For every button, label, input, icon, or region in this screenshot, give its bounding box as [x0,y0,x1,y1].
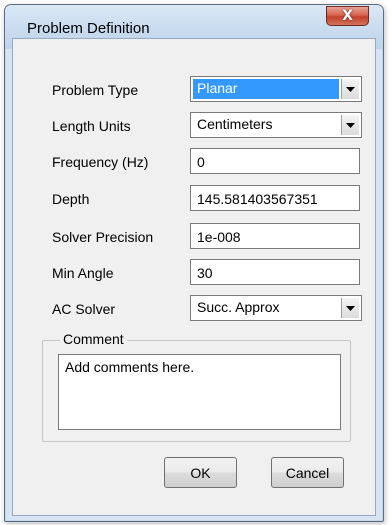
ac-solver-select[interactable]: Succ. Approx [190,295,362,321]
chevron-down-icon [346,122,355,128]
problem-type-value: Planar [193,79,339,99]
ac-solver-value: Succ. Approx [197,299,280,315]
depth-input[interactable]: 145.581403567351 [190,185,360,211]
close-button[interactable]: X [326,6,369,26]
chevron-down-icon [346,305,355,311]
chevron-down-icon [346,86,355,92]
ok-button[interactable]: OK [164,457,237,488]
comment-group-label: Comment [60,331,127,347]
problem-type-dropdown-button[interactable] [341,79,359,99]
ac-solver-label: AC Solver [52,301,116,317]
min-angle-input[interactable]: 30 [190,259,360,285]
solver-precision-input[interactable]: 1e-008 [190,223,360,249]
length-units-label: Length Units [52,118,131,134]
close-icon: X [342,8,353,24]
dialog-body: Problem Type Planar Length Units Centime… [12,38,376,516]
window-title: Problem Definition [27,20,150,37]
solver-precision-label: Solver Precision [52,229,154,245]
comment-textarea[interactable]: Add comments here. [58,354,341,430]
length-units-select[interactable]: Centimeters [190,112,362,138]
problem-definition-dialog: Problem Definition X Problem Type Planar… [4,4,384,522]
problem-type-select[interactable]: Planar [190,76,362,102]
frequency-input[interactable]: 0 [190,148,360,174]
length-units-dropdown-button[interactable] [341,115,359,135]
cancel-button[interactable]: Cancel [271,457,344,488]
problem-type-label: Problem Type [52,82,139,98]
min-angle-label: Min Angle [52,265,114,281]
length-units-value: Centimeters [197,116,273,132]
frequency-label: Frequency (Hz) [52,154,149,170]
ac-solver-dropdown-button[interactable] [341,298,359,318]
depth-label: Depth [52,191,90,207]
